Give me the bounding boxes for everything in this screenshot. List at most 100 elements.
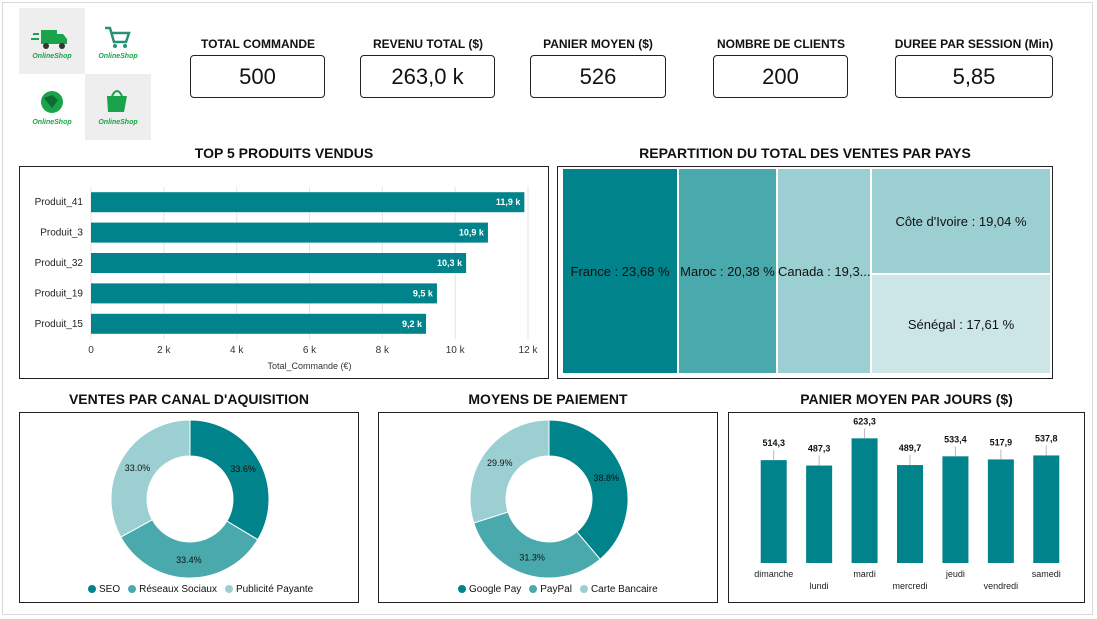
treemap-label-canada: Canada : 19,3... xyxy=(778,263,871,279)
y-tick-label: Produit_19 xyxy=(35,288,84,299)
donut-slice xyxy=(110,419,191,538)
kpi-value-nombre-clients: 200 xyxy=(713,55,848,98)
bar xyxy=(806,465,833,563)
treemap-label-maroc: Maroc : 20,38 % xyxy=(680,263,775,279)
treemap-cell-france: France : 23,68 % xyxy=(562,168,678,374)
y-tick-label: Produit_15 xyxy=(35,319,84,330)
bar xyxy=(91,253,467,273)
legend-item-paypal: PayPal xyxy=(529,584,572,595)
canal-chart-title: VENTES PAR CANAL D'AQUISITION xyxy=(68,391,310,407)
x-tick-label: 4 k xyxy=(230,345,244,356)
kpi-title-total-commande: TOTAL COMMANDE xyxy=(201,37,315,51)
treemap-label-cote-divoire: Côte d'Ivoire : 19,04 % xyxy=(895,213,1027,229)
paiement-donut-chart: 38.8% 31.3% 29.9% xyxy=(469,419,629,579)
x-tick-label: 12 k xyxy=(519,345,539,356)
legend-item-publicite-payante: Publicité Payante xyxy=(224,584,313,595)
globe-icon: OnlineShop xyxy=(32,91,72,126)
bar xyxy=(91,192,525,213)
delivery-truck-icon: OnlineShop xyxy=(31,30,72,60)
logo-text: OnlineShop xyxy=(98,53,138,60)
canal-legend: SEO Réseaux Sociaux Publicité Payante xyxy=(88,584,313,595)
treemap-label-france: France : 23,68 % xyxy=(570,263,670,279)
treemap-cell-senegal: Sénégal : 17,61 % xyxy=(871,274,1051,374)
shopping-cart-icon: OnlineShop xyxy=(98,26,138,60)
slice-data-label: 29.9% xyxy=(487,458,513,468)
shopping-bag-icon: OnlineShop xyxy=(98,90,138,126)
bar-data-label: 623,3 xyxy=(853,416,876,426)
top5-bar-chart: 0 2 k 4 k 6 k 8 k 10 k 12 k Produit_41 11,9 k Pro… xyxy=(35,187,539,371)
y-tick-label: Produit_3 xyxy=(40,228,83,239)
slice-data-label: 33.4% xyxy=(176,555,202,565)
legend-item-google-pay: Google Pay xyxy=(458,584,521,595)
logo-tile-3: OnlineShop xyxy=(19,74,85,140)
kpi-title-nombre-clients: NOMBRE DE CLIENTS xyxy=(716,37,845,51)
jours-panel: 514,3 dimanche 487,3 lundi 623,3 mardi 489,7 me… xyxy=(728,412,1085,603)
slice-data-label: 38.8% xyxy=(593,473,619,483)
legend-item-seo: SEO xyxy=(88,584,120,595)
canal-donut-chart: 33.6% 33.4% 33.0% xyxy=(110,419,270,579)
bar xyxy=(851,438,878,563)
donut-slice xyxy=(189,419,270,541)
bar-data-label: 487,3 xyxy=(808,444,831,454)
y-tick-label: Produit_41 xyxy=(35,197,84,208)
logo-text: OnlineShop xyxy=(32,53,72,60)
kpi-title-revenu-total: REVENU TOTAL ($) xyxy=(372,37,483,51)
x-tick-label: 10 k xyxy=(446,345,466,356)
x-tick-label: lundi xyxy=(810,581,829,591)
kpi-value-revenu-total: 263,0 k xyxy=(360,55,495,98)
x-tick-label: dimanche xyxy=(754,569,793,579)
donut-slice xyxy=(548,419,629,560)
kpi-value-duree-session: 5,85 xyxy=(895,55,1053,98)
y-tick-label: Produit_32 xyxy=(35,258,84,269)
x-tick-label: mardi xyxy=(853,569,876,579)
canal-panel: 33.6% 33.4% 33.0% SEO Réseaux Sociaux Publ… xyxy=(19,412,359,603)
x-tick-label: samedi xyxy=(1032,569,1061,579)
kpi-title-panier-moyen: PANIER MOYEN ($) xyxy=(543,37,653,51)
x-tick-label: 6 k xyxy=(303,345,317,356)
logo-text: OnlineShop xyxy=(98,119,138,126)
donut-slice xyxy=(473,511,601,579)
logo-tile-4: OnlineShop xyxy=(85,74,151,140)
logo-tile-2: OnlineShop xyxy=(85,8,151,74)
slice-data-label: 33.6% xyxy=(230,464,256,474)
x-tick-label: mercredi xyxy=(892,581,927,591)
legend-item-reseaux-sociaux: Réseaux Sociaux xyxy=(128,584,217,595)
treemap-cell-cote-divoire: Côte d'Ivoire : 19,04 % xyxy=(871,168,1051,274)
treemap-cell-maroc: Maroc : 20,38 % xyxy=(678,168,777,374)
paiement-chart-title: MOYENS DE PAIEMENT xyxy=(468,391,628,407)
bar xyxy=(897,465,923,563)
bar-data-label: 11,9 k xyxy=(496,197,522,207)
slice-data-label: 31.3% xyxy=(519,553,545,563)
bar-data-label: 9,5 k xyxy=(413,288,434,298)
bar xyxy=(942,456,969,563)
slice-data-label: 33.0% xyxy=(125,463,151,473)
bar-data-label: 537,8 xyxy=(1035,433,1058,443)
jours-bar-chart: 514,3 dimanche 487,3 lundi 623,3 mardi 489,7 me… xyxy=(754,416,1061,591)
bar-data-label: 489,7 xyxy=(899,443,922,453)
x-tick-label: 2 k xyxy=(157,345,171,356)
x-tick-label: 8 k xyxy=(376,345,390,356)
bar-data-label: 517,9 xyxy=(990,437,1013,447)
bar-data-label: 9,2 k xyxy=(402,319,423,329)
x-axis-label: Total_Commande (€) xyxy=(267,361,351,371)
bar xyxy=(987,459,1014,563)
x-tick-label: jeudi xyxy=(945,569,965,579)
treemap-cell-canada: Canada : 19,3... xyxy=(777,168,871,374)
paiement-panel: 38.8% 31.3% 29.9% Google Pay PayPal Carte … xyxy=(378,412,718,603)
kpi-value-total-commande: 500 xyxy=(190,55,325,98)
x-tick-label: 0 xyxy=(88,345,94,356)
top5-chart-title: TOP 5 PRODUITS VENDUS xyxy=(194,145,374,161)
donut-slice xyxy=(120,519,259,579)
logo-text: OnlineShop xyxy=(32,119,72,126)
donut-slice xyxy=(469,419,550,524)
bar-data-label: 10,3 k xyxy=(437,258,463,268)
bar xyxy=(1033,455,1060,563)
x-tick-label: vendredi xyxy=(984,581,1019,591)
treemap-panel: France : 23,68 % Maroc : 20,38 % Canada … xyxy=(557,166,1053,379)
logo-tile-1: OnlineShop xyxy=(19,8,85,74)
treemap-label-senegal: Sénégal : 17,61 % xyxy=(907,316,1015,332)
bar-data-label: 10,9 k xyxy=(459,228,485,238)
kpi-value-panier-moyen: 526 xyxy=(530,55,666,98)
bar-data-label: 533,4 xyxy=(944,434,967,444)
legend-item-carte-bancaire: Carte Bancaire xyxy=(579,584,658,595)
